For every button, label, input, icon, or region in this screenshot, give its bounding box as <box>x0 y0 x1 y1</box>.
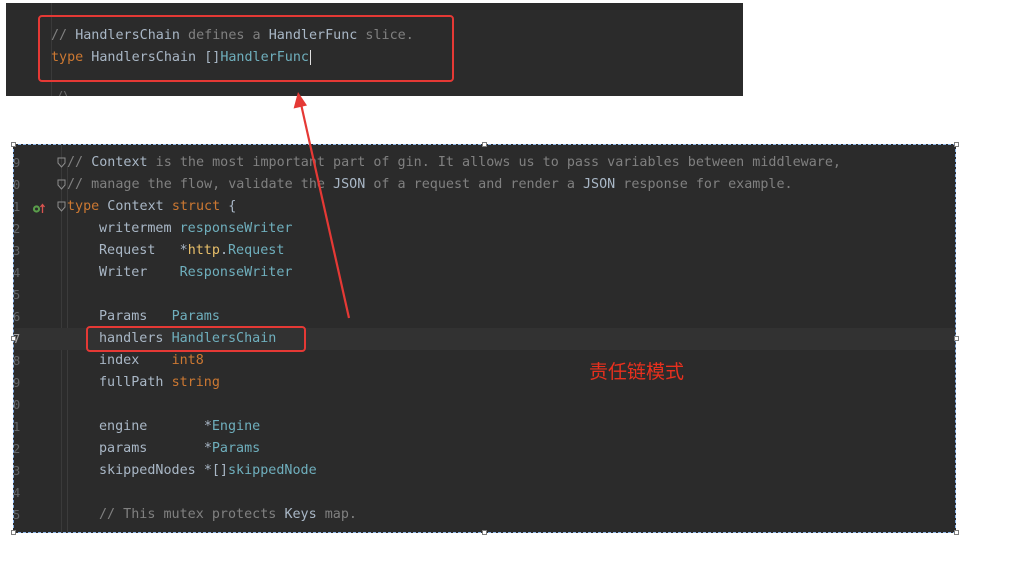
arrow-shaft <box>299 103 351 319</box>
red-arrow <box>293 92 351 319</box>
screenshot-canvas: // HandlersChain defines a HandlerFunc s… <box>0 0 1032 563</box>
arrow-head <box>293 92 307 109</box>
annotation-label-chain-of-responsibility: 责任链模式 <box>589 361 685 383</box>
